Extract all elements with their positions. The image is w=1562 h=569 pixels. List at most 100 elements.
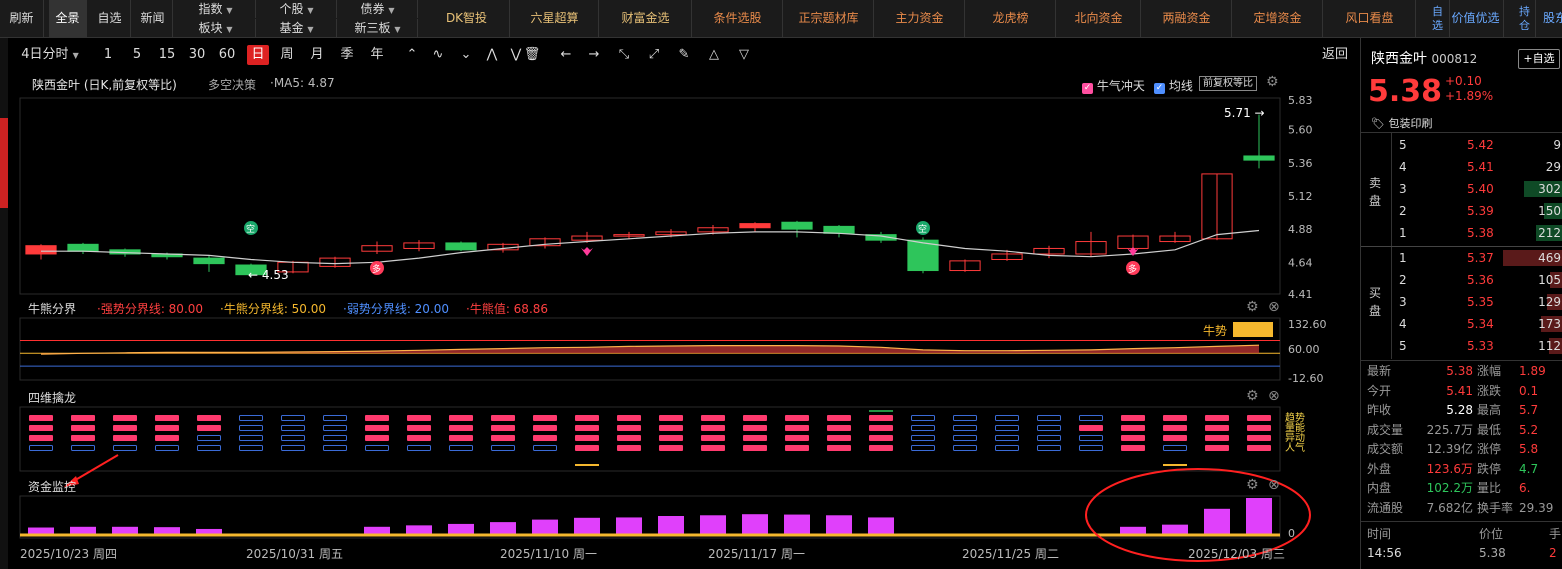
fund-settings-icon[interactable]: ⚙	[1246, 477, 1259, 493]
expand-icon[interactable]: ⤡	[614, 43, 634, 67]
fund-close-icon[interactable]: ⊗	[1268, 477, 1280, 493]
main-fund-button[interactable]: 主力资金	[875, 0, 965, 37]
kline-title: 陕西金叶 (日K,前复权等比)	[32, 78, 177, 92]
period-1-button[interactable]: 1	[98, 43, 118, 67]
theme-library-button[interactable]: 正宗题材库	[784, 0, 874, 37]
y-tick-label: 4.41	[1288, 288, 1313, 301]
arrow-right-icon[interactable]: →	[584, 43, 604, 67]
condition-pick-button[interactable]: 条件选股	[693, 0, 783, 37]
dragon-cell-on	[449, 435, 473, 441]
period-30-button[interactable]: 30	[185, 43, 209, 67]
stat-value: 12.39亿	[1426, 442, 1473, 456]
bull-close-icon[interactable]: ⊗	[1268, 299, 1280, 315]
buys-level-row[interactable]: 1 5.37 469	[1361, 247, 1562, 269]
dragon-cell-on	[29, 415, 53, 421]
sells-level-row[interactable]: 2 5.39 150	[1361, 200, 1562, 222]
six-star-button[interactable]: 六星超算	[511, 0, 599, 37]
watchlist-button[interactable]: 自选	[89, 0, 131, 37]
strategy-label[interactable]: 多空决策	[208, 76, 256, 93]
sells-level-row[interactable]: 4 5.41 29	[1361, 156, 1562, 178]
period-month-button[interactable]: 月	[306, 43, 328, 67]
margin-fund-button[interactable]: 两融资金	[1142, 0, 1232, 37]
dragon-cell-on	[617, 415, 641, 421]
fund-bar	[1246, 498, 1272, 534]
period-15-button[interactable]: 15	[155, 43, 179, 67]
dragon-close-icon[interactable]: ⊗	[1268, 388, 1280, 404]
divider	[1361, 521, 1562, 522]
draw-up-icon[interactable]: ⌃	[402, 43, 422, 67]
stat-label-2: 涨幅	[1477, 364, 1502, 378]
period-5-button[interactable]: 5	[127, 43, 147, 67]
sells-level-row[interactable]: 3 5.40 302	[1361, 178, 1562, 200]
period-year-button[interactable]: 年	[366, 43, 388, 67]
refresh-button[interactable]: 刷新	[0, 0, 44, 37]
period-week-button[interactable]: 周	[276, 43, 298, 67]
low-price-label: ← 4.53	[248, 268, 289, 282]
date-label-4: 2025/11/17 周一	[708, 547, 805, 561]
dragon-cell-off	[323, 425, 347, 431]
holding-icon[interactable]: 持 仓	[1514, 0, 1536, 37]
draw-zigzag-icon[interactable]: ⋀	[482, 43, 502, 67]
dragon-settings-icon[interactable]: ⚙	[1246, 388, 1259, 404]
adjust-button[interactable]: 前复权等比	[1199, 76, 1257, 91]
triangle-down-icon[interactable]: ▽	[734, 43, 754, 67]
dk-smart-button[interactable]: DK智投	[424, 0, 510, 37]
buys-level-row[interactable]: 5 5.33 112	[1361, 335, 1562, 357]
dragon-cell-on	[197, 425, 221, 431]
industry-tag[interactable]: 🏷 包装印刷	[1371, 115, 1432, 131]
wealth-pick-button[interactable]: 财富金选	[600, 0, 692, 37]
stock-menu[interactable]: 个股 ▼	[257, 0, 337, 18]
buys-level-row[interactable]: 3 5.35 129	[1361, 291, 1562, 313]
northbound-button[interactable]: 北向资金	[1057, 0, 1141, 37]
news-button[interactable]: 新闻	[133, 0, 173, 37]
dragon-cell-off	[1079, 415, 1103, 421]
triangle-up-icon[interactable]: △	[704, 43, 724, 67]
date-label-2: 2025/10/31 周五	[246, 547, 343, 561]
bull-state-box	[1233, 322, 1273, 337]
period-60-button[interactable]: 60	[215, 43, 239, 67]
period-day-button[interactable]: 日	[247, 45, 269, 65]
draw-wave-icon[interactable]: ∿	[428, 43, 448, 67]
pen-icon[interactable]: ✎	[674, 43, 694, 67]
dragon-tiger-button[interactable]: 龙虎榜	[966, 0, 1056, 37]
bull-checkbox[interactable]: ✓ 牛气冲天	[1082, 77, 1145, 94]
value-pick-button[interactable]: 价值优选	[1448, 0, 1504, 37]
shrink-icon[interactable]: ⤢	[644, 43, 664, 67]
dragon-cell-off	[953, 425, 977, 431]
fund-bar	[364, 526, 390, 534]
kline-settings-icon[interactable]: ⚙	[1266, 74, 1279, 90]
fund-menu[interactable]: 基金 ▼	[257, 19, 337, 37]
four-day-timeshare-menu[interactable]: 4日分时 ▼	[10, 43, 90, 67]
buys-level-row[interactable]: 2 5.36 105	[1361, 269, 1562, 291]
neeq-menu[interactable]: 新三板 ▼	[338, 19, 418, 37]
sells-level-row[interactable]: 5 5.42 9	[1361, 134, 1562, 156]
self-pick-icon[interactable]: 自 选	[1426, 0, 1450, 37]
shareholder-button[interactable]: 股东	[1535, 0, 1562, 37]
dragon-cell-on	[617, 445, 641, 451]
stock-name-row: 陕西金叶 000812	[1371, 48, 1521, 70]
delete-icon[interactable]: 🗑	[522, 43, 542, 67]
index-menu[interactable]: 指数 ▼	[176, 0, 256, 18]
stat-label: 今开	[1367, 383, 1392, 398]
hot-spot-button[interactable]: 风口看盘	[1324, 0, 1416, 37]
placement-fund-button[interactable]: 定增资金	[1233, 0, 1323, 37]
bull-tick-top: 132.60	[1288, 318, 1327, 331]
sells-level-row[interactable]: 1 5.38 212	[1361, 222, 1562, 244]
sells-level: 4	[1399, 160, 1407, 174]
stat-value-2: 0.1	[1519, 383, 1539, 398]
bond-menu[interactable]: 债券 ▼	[338, 0, 418, 18]
dragon-cell-on	[659, 445, 683, 451]
add-watch-button[interactable]: +自选	[1518, 49, 1560, 69]
candle-body	[739, 223, 771, 229]
buys-level-row[interactable]: 4 5.34 173	[1361, 313, 1562, 335]
date-label-5: 2025/11/25 周二	[962, 547, 1059, 561]
draw-down-icon[interactable]: ⌄	[456, 43, 476, 67]
period-quarter-button[interactable]: 季	[336, 43, 358, 67]
back-button[interactable]: 返回	[1315, 43, 1355, 67]
full-view-button[interactable]: 全景	[49, 0, 87, 37]
bull-settings-icon[interactable]: ⚙	[1246, 299, 1259, 315]
arrow-left-icon[interactable]: ←	[556, 43, 576, 67]
ma-checkbox[interactable]: ✓ 均线	[1154, 77, 1193, 94]
sector-menu[interactable]: 板块 ▼	[176, 19, 256, 37]
y-tick-label: 5.36	[1288, 157, 1313, 170]
